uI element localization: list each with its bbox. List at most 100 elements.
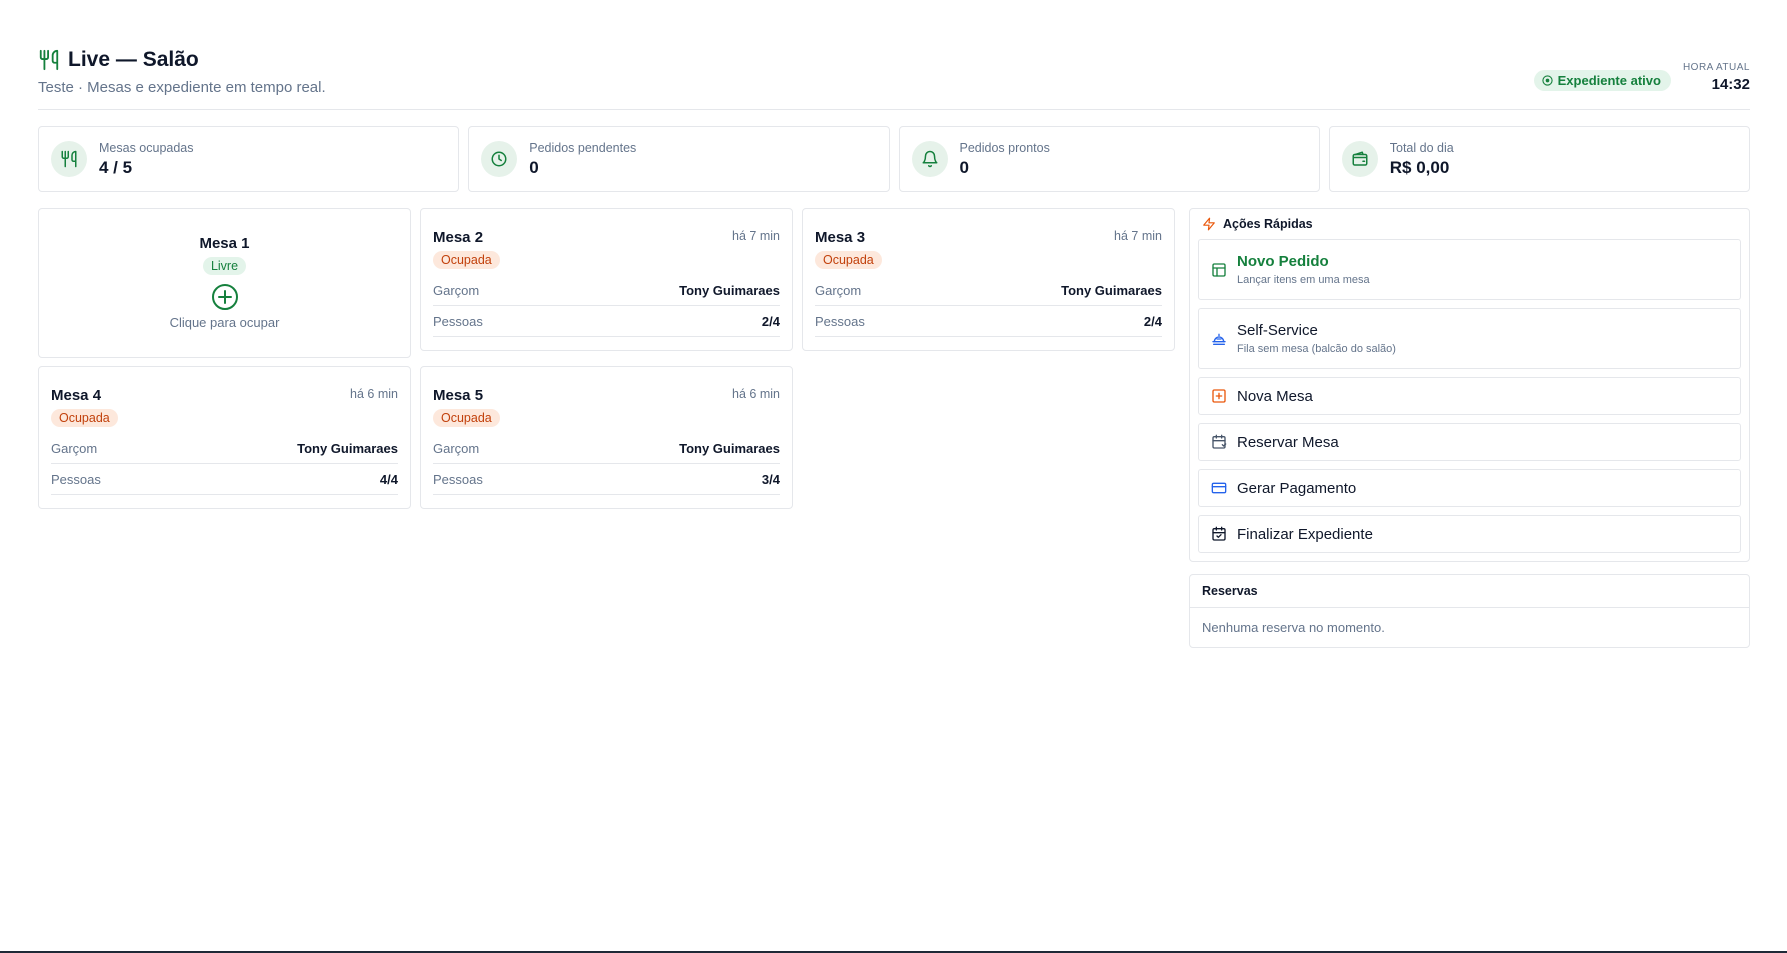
stat-value: R$ 0,00 bbox=[1389, 157, 1450, 177]
waiter-label: Garçom bbox=[815, 283, 862, 298]
stat-label: Pedidos prontos bbox=[959, 140, 1050, 155]
elapsed-time: há 6 min bbox=[350, 387, 398, 401]
stat-card-pending: Pedidos pendentes 0 bbox=[468, 126, 890, 192]
people-value: 2/4 bbox=[761, 314, 780, 329]
clock-icon bbox=[481, 141, 518, 177]
waiter-value: Tony Guimaraes bbox=[679, 283, 780, 298]
stat-value: 4 / 5 bbox=[99, 157, 133, 177]
action-title: Finalizar Expediente bbox=[1237, 525, 1373, 543]
people-label: Pessoas bbox=[51, 472, 101, 487]
people-label: Pessoas bbox=[433, 472, 483, 487]
stat-card-ready: Pedidos prontos 0 bbox=[898, 126, 1320, 192]
elapsed-time: há 7 min bbox=[732, 229, 780, 243]
waiter-row: Garçom Tony Guimaraes bbox=[815, 275, 1162, 306]
utensils-icon bbox=[51, 141, 87, 177]
clock-label: HORA ATUAL bbox=[1682, 62, 1750, 73]
reservations-panel: Reservas Nenhuma reserva no momento. bbox=[1189, 574, 1750, 648]
occupy-hint: Clique para ocupar bbox=[169, 315, 280, 330]
people-value: 3/4 bbox=[761, 472, 780, 487]
action-title: Self-Service bbox=[1237, 322, 1318, 339]
elapsed-time: há 6 min bbox=[732, 387, 780, 401]
action-title: Gerar Pagamento bbox=[1237, 479, 1357, 497]
status-badge: Ocupada bbox=[815, 251, 882, 269]
people-value: 2/4 bbox=[1143, 314, 1162, 329]
utensils-icon bbox=[38, 48, 60, 72]
waiter-label: Garçom bbox=[51, 441, 98, 456]
stats-row: Mesas ocupadas 4 / 5 Pedidos pendentes 0… bbox=[38, 126, 1750, 192]
credit-card-icon bbox=[1211, 480, 1227, 496]
wallet-icon bbox=[1341, 141, 1378, 177]
quick-actions-header: Ações Rápidas bbox=[1190, 209, 1749, 239]
stat-card-total: Total do dia R$ 0,00 bbox=[1328, 126, 1750, 192]
status-badge: Expediente ativo bbox=[1533, 70, 1671, 91]
elapsed-time: há 7 min bbox=[1114, 229, 1162, 243]
status-badge: Ocupada bbox=[433, 251, 500, 269]
clock: HORA ATUAL 14:32 bbox=[1683, 62, 1750, 93]
action-subtitle: Fila sem mesa (balcão do salão) bbox=[1237, 343, 1396, 355]
waiter-label: Garçom bbox=[433, 283, 480, 298]
stat-value: 0 bbox=[529, 157, 539, 177]
waiter-row: Garçom Tony Guimaraes bbox=[433, 275, 780, 306]
table-card-occupied[interactable]: Mesa 3 Ocupada há 7 min Garçom Tony Guima… bbox=[802, 208, 1175, 351]
self-service-button[interactable]: Self-Service Fila sem mesa (balcão do sa… bbox=[1198, 308, 1741, 369]
title-row: Live — Salão bbox=[38, 48, 199, 72]
waiter-value: Tony Guimaraes bbox=[297, 441, 398, 456]
new-table-button[interactable]: Nova Mesa bbox=[1198, 377, 1741, 415]
table-card-occupied[interactable]: Mesa 2 Ocupada há 7 min Garçom Tony Guima… bbox=[420, 208, 793, 351]
stat-value: 0 bbox=[959, 157, 969, 177]
status-badge: Livre bbox=[202, 257, 247, 275]
people-row: Pessoas 2/4 bbox=[433, 306, 780, 337]
generate-payment-button[interactable]: Gerar Pagamento bbox=[1198, 469, 1741, 507]
table-name: Mesa 3 bbox=[815, 229, 866, 246]
plus-circle-icon[interactable] bbox=[211, 283, 239, 311]
people-label: Pessoas bbox=[433, 314, 483, 329]
people-value: 4/4 bbox=[379, 472, 398, 487]
table-name: Mesa 2 bbox=[433, 229, 484, 246]
table-name: Mesa 5 bbox=[433, 387, 484, 404]
table-icon bbox=[1211, 262, 1227, 278]
people-row: Pessoas 3/4 bbox=[433, 464, 780, 495]
people-label: Pessoas bbox=[815, 314, 865, 329]
table-card-free[interactable]: Mesa 1 Livre Clique para ocupar bbox=[38, 208, 411, 358]
plus-square-icon bbox=[1211, 388, 1227, 404]
tables-grid: Mesa 1 Livre Clique para ocupar Mesa 2 O… bbox=[38, 208, 1175, 509]
header-right: Expediente ativo HORA ATUAL 14:32 bbox=[1533, 62, 1750, 93]
page-header: Live — Salão Teste · Mesas e expediente … bbox=[38, 0, 1750, 110]
quick-actions-title: Ações Rápidas bbox=[1223, 217, 1313, 231]
status-badge: Ocupada bbox=[51, 409, 118, 427]
stat-label: Total do dia bbox=[1389, 140, 1454, 155]
people-row: Pessoas 4/4 bbox=[51, 464, 398, 495]
waiter-label: Garçom bbox=[433, 441, 480, 456]
action-title: Reservar Mesa bbox=[1237, 433, 1339, 451]
stat-label: Pedidos pendentes bbox=[529, 140, 637, 155]
table-name: Mesa 1 bbox=[199, 235, 250, 252]
table-card-occupied[interactable]: Mesa 4 Ocupada há 6 min Garçom Tony Guima… bbox=[38, 366, 411, 509]
people-row: Pessoas 2/4 bbox=[815, 306, 1162, 337]
waiter-value: Tony Guimaraes bbox=[679, 441, 780, 456]
page: Live — Salão Teste · Mesas e expediente … bbox=[38, 0, 1750, 648]
stat-label: Mesas ocupadas bbox=[99, 140, 194, 155]
reserve-table-button[interactable]: Reservar Mesa bbox=[1198, 423, 1741, 461]
page-subtitle: Teste · Mesas e expediente em tempo real… bbox=[38, 79, 326, 96]
dish-icon bbox=[1211, 331, 1227, 347]
page-title: Live — Salão bbox=[68, 48, 199, 71]
calendar-check-icon bbox=[1211, 526, 1227, 542]
stat-card-tables: Mesas ocupadas 4 / 5 bbox=[38, 126, 460, 192]
waiter-value: Tony Guimaraes bbox=[1061, 283, 1162, 298]
bell-icon bbox=[911, 141, 948, 177]
active-dot-icon bbox=[1541, 75, 1553, 86]
calendar-icon bbox=[1211, 434, 1227, 450]
end-shift-button[interactable]: Finalizar Expediente bbox=[1198, 515, 1741, 553]
waiter-row: Garçom Tony Guimaraes bbox=[51, 433, 398, 464]
action-subtitle: Lançar itens em uma mesa bbox=[1237, 274, 1370, 286]
reservations-title: Reservas bbox=[1190, 575, 1749, 608]
waiter-row: Garçom Tony Guimaraes bbox=[433, 433, 780, 464]
quick-actions-panel: Ações Rápidas Novo Pedido Lançar itens e… bbox=[1189, 208, 1750, 562]
action-title: Novo Pedido bbox=[1237, 253, 1329, 270]
status-label: Expediente ativo bbox=[1557, 73, 1661, 88]
table-card-occupied[interactable]: Mesa 5 Ocupada há 6 min Garçom Tony Guima… bbox=[420, 366, 793, 509]
action-title: Nova Mesa bbox=[1237, 387, 1313, 405]
lightning-icon bbox=[1203, 217, 1215, 231]
new-order-button[interactable]: Novo Pedido Lançar itens em uma mesa bbox=[1198, 239, 1741, 300]
table-name: Mesa 4 bbox=[51, 387, 102, 404]
